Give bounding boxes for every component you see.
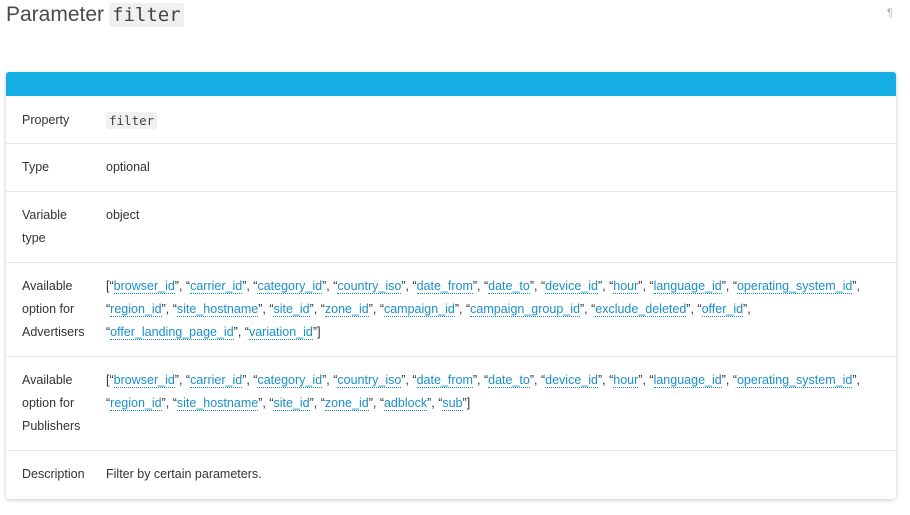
advertiser-options-list: [“browser_id”, “carrier_id”, “category_i…	[106, 279, 860, 340]
option-link-country-iso[interactable]: country_iso	[337, 279, 402, 294]
option-link-site-id[interactable]: site_id	[273, 396, 310, 411]
option-link-operating-system-id[interactable]: operating_system_id	[736, 373, 853, 388]
option-link-device-id[interactable]: device_id	[545, 279, 598, 294]
page-title: Parameter filter	[6, 3, 184, 27]
option-link-hour[interactable]: hour	[613, 373, 639, 388]
option-link-sub[interactable]: sub	[442, 396, 463, 411]
option-link-site-hostname[interactable]: site_hostname	[176, 302, 259, 317]
option-link-carrier-id[interactable]: carrier_id	[190, 279, 243, 294]
row-label-line: Advertisers	[22, 325, 85, 339]
option-link-campaign-group-id[interactable]: campaign_group_id	[470, 302, 580, 317]
table-row-advertiser-options: Available option for Advertisers [“brows…	[6, 263, 896, 357]
option-link-campaign-id[interactable]: campaign_id	[383, 302, 455, 317]
option-link-hour[interactable]: hour	[613, 279, 639, 294]
anchor-link-icon[interactable]: ¶	[887, 7, 893, 19]
row-label: Available option for Advertisers	[6, 275, 106, 356]
parameter-table-card: Property filter Type optional Variable t…	[6, 72, 896, 499]
option-link-browser-id[interactable]: browser_id	[113, 373, 175, 388]
row-label-line: option for	[22, 396, 75, 410]
row-value: filter	[106, 109, 896, 143]
table-row-description: Description Filter by certain parameters…	[6, 451, 896, 499]
option-link-language-id[interactable]: language_id	[653, 373, 722, 388]
row-label-line: type	[22, 231, 46, 245]
page-title-prefix: Parameter	[6, 3, 105, 26]
option-link-device-id[interactable]: device_id	[545, 373, 598, 388]
table-row-variable-type: Variable type object	[6, 192, 896, 263]
row-label-line: Available	[22, 279, 73, 293]
option-link-operating-system-id[interactable]: operating_system_id	[736, 279, 853, 294]
option-link-zone-id[interactable]: zone_id	[324, 396, 369, 411]
option-link-category-id[interactable]: category_id	[257, 373, 323, 388]
option-link-country-iso[interactable]: country_iso	[337, 373, 402, 388]
option-link-language-id[interactable]: language_id	[653, 279, 722, 294]
row-label-line: option for	[22, 302, 75, 316]
row-label: Type	[22, 160, 50, 174]
option-link-category-id[interactable]: category_id	[257, 279, 323, 294]
option-link-site-hostname[interactable]: site_hostname	[176, 396, 259, 411]
row-label-line: Available	[22, 373, 73, 387]
option-link-date-from[interactable]: date_from	[416, 279, 473, 294]
option-link-offer-landing-page-id[interactable]: offer_landing_page_id	[110, 325, 234, 340]
row-label: Description	[22, 467, 85, 481]
row-label: Property	[22, 113, 70, 127]
row-value: optional	[106, 160, 150, 174]
option-link-date-to[interactable]: date_to	[488, 373, 530, 388]
row-label-line: Publishers	[22, 419, 81, 433]
table-row-type: Type optional	[6, 144, 896, 192]
row-label: Variable type	[6, 204, 106, 262]
property-code: filter	[106, 112, 158, 129]
option-link-carrier-id[interactable]: carrier_id	[190, 373, 243, 388]
option-link-region-id[interactable]: region_id	[110, 302, 162, 317]
row-label: Available option for Publishers	[6, 369, 106, 450]
row-label-line: Variable	[22, 208, 67, 222]
option-link-site-id[interactable]: site_id	[273, 302, 310, 317]
option-link-region-id[interactable]: region_id	[110, 396, 162, 411]
option-link-offer-id[interactable]: offer_id	[701, 302, 744, 317]
option-link-browser-id[interactable]: browser_id	[113, 279, 175, 294]
option-link-date-to[interactable]: date_to	[488, 279, 530, 294]
option-link-adblock[interactable]: adblock	[383, 396, 428, 411]
page-title-code: filter	[109, 3, 184, 27]
row-value: object	[106, 208, 140, 222]
card-header-bar	[6, 72, 896, 96]
option-link-date-from[interactable]: date_from	[416, 373, 473, 388]
publisher-options-list: [“browser_id”, “carrier_id”, “category_i…	[106, 373, 860, 411]
row-value: Filter by certain parameters.	[106, 467, 262, 481]
option-link-variation-id[interactable]: variation_id	[248, 325, 313, 340]
table-row-publisher-options: Available option for Publishers [“browse…	[6, 357, 896, 451]
table-row-property: Property filter	[6, 96, 896, 144]
option-link-exclude-deleted[interactable]: exclude_deleted	[595, 302, 687, 317]
option-link-zone-id[interactable]: zone_id	[324, 302, 369, 317]
